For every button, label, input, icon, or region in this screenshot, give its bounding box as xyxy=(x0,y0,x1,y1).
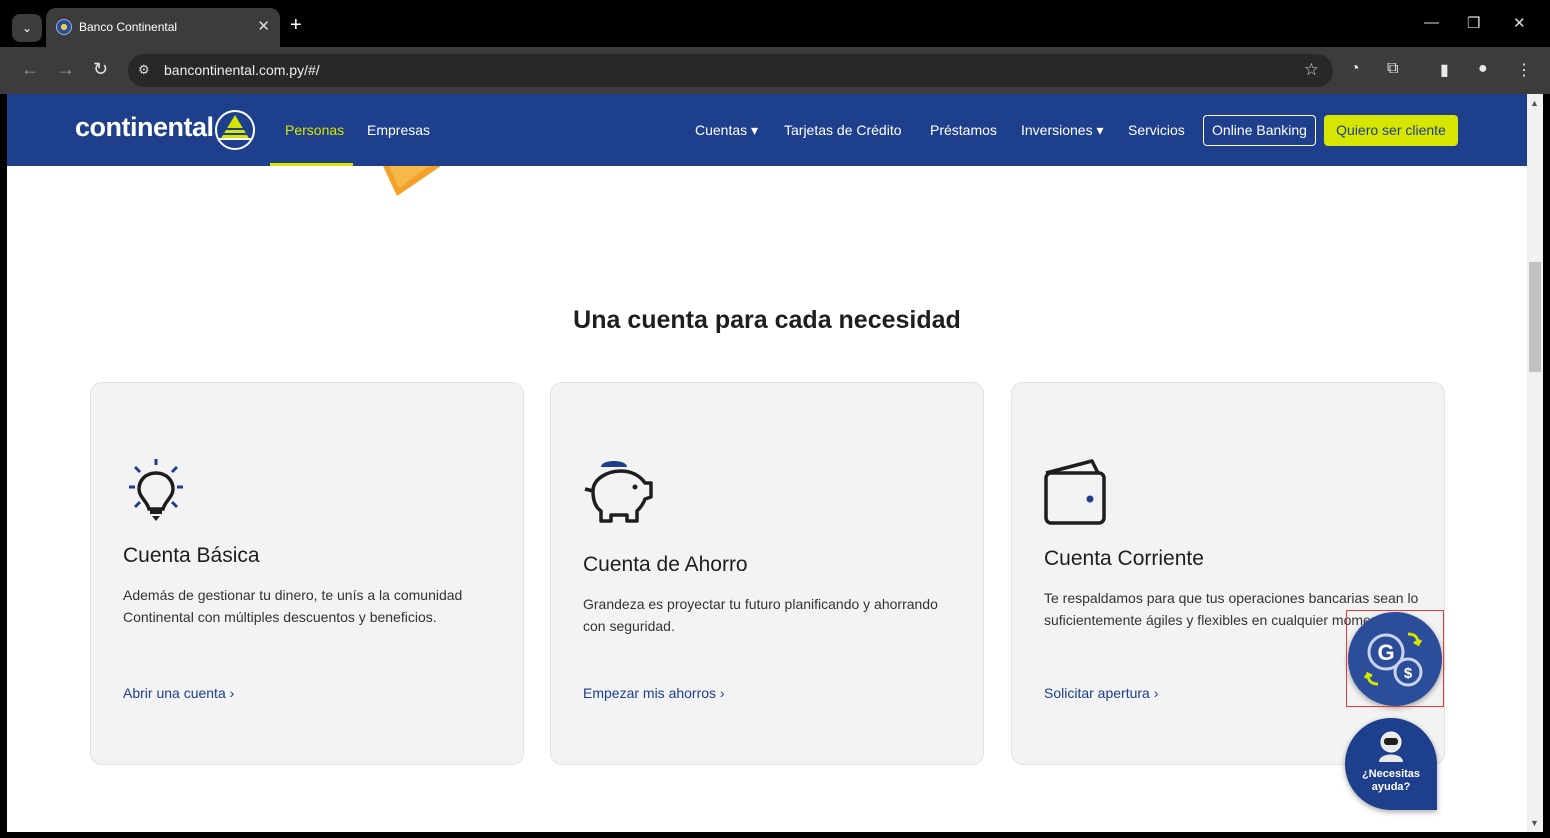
nav-servicios[interactable]: Servicios xyxy=(1128,122,1185,138)
logo-wordmark[interactable]: continental xyxy=(75,112,214,143)
profile-icon[interactable]: ● xyxy=(1478,60,1488,78)
nav-empresas[interactable]: Empresas xyxy=(367,122,430,138)
page-viewport: continental Personas Empresas Cuentas ▾ … xyxy=(7,94,1527,832)
minimize-icon[interactable]: — xyxy=(1424,14,1439,31)
card-cuenta-basica: Cuenta Básica Además de gestionar tu din… xyxy=(90,382,524,765)
robot-assistant-icon xyxy=(1379,731,1403,762)
tab-search-button[interactable]: ⌄ xyxy=(12,14,42,42)
site-header: continental Personas Empresas Cuentas ▾ … xyxy=(7,94,1527,166)
close-tab-icon[interactable]: ✕ xyxy=(257,17,270,35)
nav-tarjetas[interactable]: Tarjetas de Crédito xyxy=(784,122,902,138)
bookmark-star-icon[interactable]: ☆ xyxy=(1304,60,1319,80)
scroll-thumb[interactable] xyxy=(1529,262,1541,372)
solicitar-apertura-link[interactable]: Solicitar apertura › xyxy=(1044,685,1158,701)
nav-cuentas[interactable]: Cuentas ▾ xyxy=(695,122,758,139)
help-chat-button[interactable]: ¿Necesitas ayuda? xyxy=(1345,718,1437,810)
site-info-icon[interactable]: ⚙ xyxy=(138,62,150,78)
side-panel-icon[interactable]: ▮ xyxy=(1440,60,1449,80)
browser-toolbar: ← → ↻ ⚙ bancontinental.com.py/#/ ☆ ◔ ⧉ ▮… xyxy=(0,47,1550,94)
lightbulb-icon xyxy=(129,459,183,521)
piggy-bank-icon xyxy=(584,461,653,523)
card-title: Cuenta de Ahorro xyxy=(583,553,748,576)
scroll-down-icon[interactable]: ▼ xyxy=(1530,818,1539,828)
restore-icon[interactable]: ❐ xyxy=(1467,14,1480,32)
empezar-ahorros-link[interactable]: Empezar mis ahorros › xyxy=(583,685,725,701)
incognito-icon[interactable]: ◔ xyxy=(1350,60,1360,78)
extensions-icon[interactable]: ⧉ xyxy=(1387,60,1398,78)
card-description: Grandeza es proyectar tu futuro planific… xyxy=(583,596,938,634)
address-bar[interactable]: ⚙ bancontinental.com.py/#/ ☆ xyxy=(128,54,1333,87)
scroll-up-icon[interactable]: ▲ xyxy=(1530,98,1539,108)
nav-prestamos[interactable]: Préstamos xyxy=(930,122,997,138)
selection-highlight xyxy=(1346,610,1444,707)
card-cuenta-corriente: Cuenta Corriente Te respaldamos para que… xyxy=(1011,382,1445,765)
window-close-icon[interactable]: ✕ xyxy=(1513,14,1526,32)
new-tab-icon[interactable]: + xyxy=(290,15,302,35)
section-title: Una cuenta para cada necesidad xyxy=(573,306,961,334)
site-favicon-icon xyxy=(56,19,72,35)
browser-tab[interactable]: Banco Continental ✕ xyxy=(46,8,280,47)
tab-title: Banco Continental xyxy=(79,20,178,34)
active-tab-indicator xyxy=(270,163,353,166)
decorative-orange-shape xyxy=(383,166,441,196)
help-label: ¿Necesitas ayuda? xyxy=(1361,768,1421,793)
card-title: Cuenta Corriente xyxy=(1044,547,1204,570)
back-icon[interactable]: ← xyxy=(21,59,39,80)
abrir-cuenta-link[interactable]: Abrir una cuenta › xyxy=(123,685,234,701)
reload-icon[interactable]: ↻ xyxy=(93,59,108,80)
logo-icon[interactable] xyxy=(215,110,255,150)
url-text[interactable]: bancontinental.com.py/#/ xyxy=(164,62,320,78)
card-description: Además de gestionar tu dinero, te unís a… xyxy=(123,587,463,625)
page-scrollbar[interactable]: ▲ ▼ xyxy=(1527,94,1543,832)
quiero-ser-cliente-button[interactable]: Quiero ser cliente xyxy=(1324,115,1458,146)
card-title: Cuenta Básica xyxy=(123,544,260,567)
forward-icon[interactable]: → xyxy=(57,59,75,80)
wallet-icon xyxy=(1044,459,1106,525)
browser-tab-bar: ⌄ Banco Continental ✕ + — ❐ ✕ xyxy=(0,0,1550,47)
online-banking-button[interactable]: Online Banking xyxy=(1203,115,1316,146)
nav-personas[interactable]: Personas xyxy=(285,122,344,138)
menu-icon[interactable]: ⋮ xyxy=(1516,60,1532,80)
card-cuenta-ahorro: Cuenta de Ahorro Grandeza es proyectar t… xyxy=(550,382,984,765)
window-bottom-edge xyxy=(0,832,1550,838)
nav-inversiones[interactable]: Inversiones ▾ xyxy=(1021,122,1104,139)
